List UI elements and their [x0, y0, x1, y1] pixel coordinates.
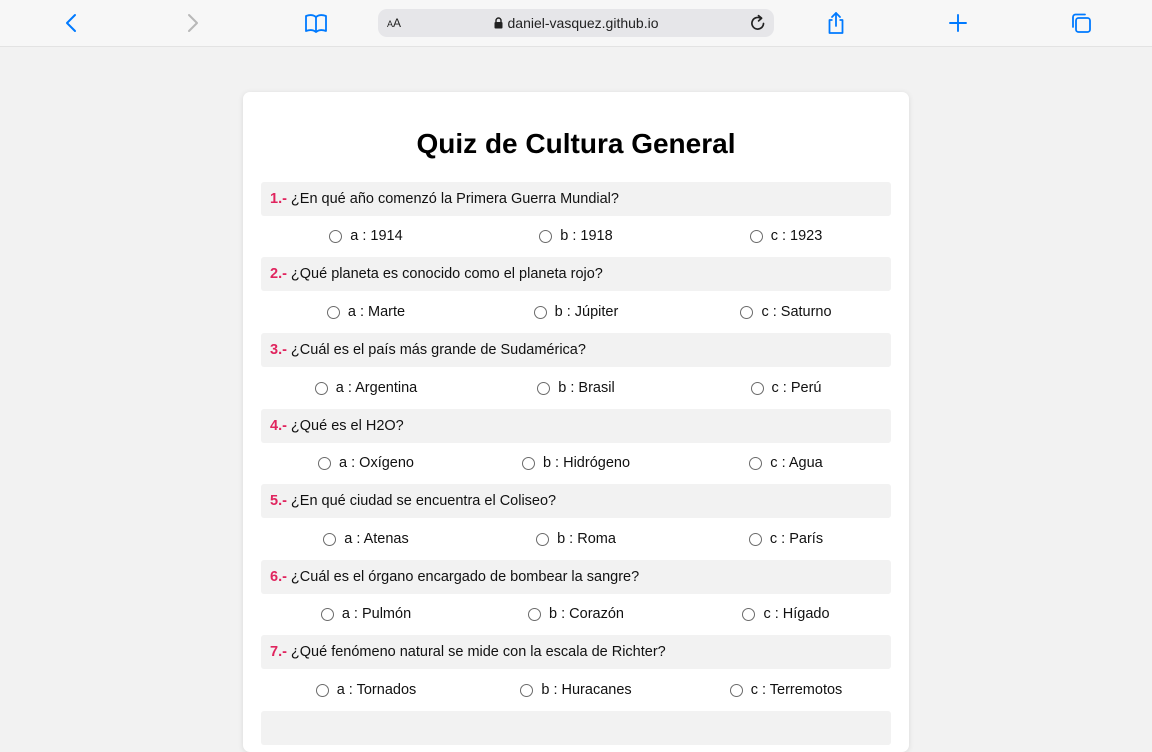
- question-1: 1.- ¿En qué año comenzó la Primera Guerra…: [261, 182, 891, 216]
- chevron-right-icon: [188, 14, 198, 32]
- url-text: daniel-vasquez.github.io: [507, 15, 659, 31]
- radio-button[interactable]: [750, 381, 764, 395]
- question-7: 7.- ¿Qué fenómeno natural se mide con la …: [261, 635, 891, 669]
- options-2: a : Marte b : Júpiter c : Saturno: [261, 304, 891, 328]
- book-icon: [305, 14, 327, 33]
- radio-button[interactable]: [536, 532, 550, 546]
- options-6: a : Pulmón b : Corazón c : Hígado: [261, 606, 891, 630]
- tabs-icon: [1072, 13, 1091, 33]
- question-text: ¿Cuál es el órgano encargado de bombear …: [290, 569, 640, 585]
- question-number: 6.-: [270, 569, 287, 585]
- option-b[interactable]: b : Hidrógeno: [471, 455, 681, 471]
- option-c[interactable]: c : Saturno: [681, 304, 891, 320]
- options-3: a : Argentina b : Brasil c : Perú: [261, 380, 891, 404]
- radio-button[interactable]: [314, 381, 328, 395]
- option-b[interactable]: b : Roma: [471, 531, 681, 547]
- option-a[interactable]: a : Marte: [261, 304, 471, 320]
- option-c[interactable]: c : Hígado: [681, 606, 891, 622]
- options-4: a : Oxígeno b : Hidrógeno c : Agua: [261, 455, 891, 479]
- bookmarks-button[interactable]: [302, 9, 330, 37]
- question-8-partial: [261, 711, 891, 745]
- radio-button[interactable]: [521, 456, 535, 470]
- question-text: ¿Qué planeta es conocido como el planeta…: [290, 266, 603, 282]
- options-1: a : 1914 b : 1918 c : 1923: [261, 228, 891, 252]
- option-c[interactable]: c : Agua: [681, 455, 891, 471]
- radio-button[interactable]: [533, 305, 547, 319]
- radio-button[interactable]: [318, 456, 332, 470]
- address-bar[interactable]: AA daniel-vasquez.github.io: [378, 9, 774, 37]
- option-a[interactable]: a : Pulmón: [261, 606, 471, 622]
- tabs-button[interactable]: [1067, 9, 1095, 37]
- radio-button[interactable]: [520, 683, 534, 697]
- option-c[interactable]: c : París: [681, 531, 891, 547]
- option-c[interactable]: c : Terremotos: [681, 682, 891, 698]
- radio-button[interactable]: [539, 229, 553, 243]
- lock-icon: [494, 17, 502, 29]
- quiz-card: Quiz de Cultura General 1.- ¿En qué año c…: [243, 92, 909, 752]
- question-number: 4.-: [270, 418, 287, 434]
- radio-button[interactable]: [729, 683, 743, 697]
- radio-button[interactable]: [740, 305, 754, 319]
- page-title: Quiz de Cultura General: [416, 128, 736, 159]
- share-icon: [828, 12, 844, 34]
- question-6: 6.- ¿Cuál es el órgano encargado de bombe…: [261, 560, 891, 594]
- options-7: a : Tornados b : Huracanes c : Terremoto…: [261, 682, 891, 706]
- forward-button[interactable]: [179, 9, 207, 37]
- option-b[interactable]: b : Huracanes: [471, 682, 681, 698]
- question-text: ¿Qué es el H2O?: [290, 418, 404, 434]
- radio-button[interactable]: [528, 607, 542, 621]
- new-tab-button[interactable]: [944, 9, 972, 37]
- option-c[interactable]: c : 1923: [681, 228, 891, 244]
- option-b[interactable]: b : Corazón: [471, 606, 681, 622]
- question-4: 4.- ¿Qué es el H2O?: [261, 409, 891, 443]
- radio-button[interactable]: [742, 607, 756, 621]
- question-3: 3.- ¿Cuál es el país más grande de Sudamé…: [261, 333, 891, 367]
- radio-button[interactable]: [320, 607, 334, 621]
- question-number: 5.-: [270, 493, 287, 509]
- question-text: ¿En qué año comenzó la Primera Guerra Mu…: [290, 191, 619, 207]
- option-b[interactable]: b : Júpiter: [471, 304, 681, 320]
- question-2: 2.- ¿Qué planeta es conocido como el plan…: [261, 257, 891, 291]
- option-a[interactable]: a : Oxígeno: [261, 455, 471, 471]
- question-number: 3.-: [270, 342, 287, 358]
- radio-button[interactable]: [326, 305, 340, 319]
- option-b[interactable]: b : 1918: [471, 228, 681, 244]
- radio-button[interactable]: [748, 532, 762, 546]
- chevron-left-icon: [66, 14, 76, 32]
- option-a[interactable]: a : Atenas: [261, 531, 471, 547]
- options-5: a : Atenas b : Roma c : París: [261, 531, 891, 555]
- radio-button[interactable]: [537, 381, 551, 395]
- radio-button[interactable]: [749, 229, 763, 243]
- radio-button[interactable]: [323, 532, 337, 546]
- plus-icon: [949, 14, 967, 32]
- back-button[interactable]: [57, 9, 85, 37]
- question-number: 1.-: [270, 191, 287, 207]
- reload-icon[interactable]: [748, 13, 768, 33]
- question-number: 7.-: [270, 644, 287, 660]
- radio-button[interactable]: [315, 683, 329, 697]
- question-number: 2.-: [270, 266, 287, 282]
- question-5: 5.- ¿En qué ciudad se encuentra el Colise…: [261, 484, 891, 518]
- option-a[interactable]: a : 1914: [261, 228, 471, 244]
- option-a[interactable]: a : Tornados: [261, 682, 471, 698]
- option-a[interactable]: a : Argentina: [261, 380, 471, 396]
- radio-button[interactable]: [329, 229, 343, 243]
- browser-toolbar: AA daniel-vasquez.github.io: [0, 0, 1152, 47]
- question-text: ¿En qué ciudad se encuentra el Coliseo?: [290, 493, 557, 509]
- option-c[interactable]: c : Perú: [681, 380, 891, 396]
- option-b[interactable]: b : Brasil: [471, 380, 681, 396]
- question-text: ¿Cuál es el país más grande de Sudaméric…: [290, 342, 586, 358]
- share-button[interactable]: [822, 9, 850, 37]
- radio-button[interactable]: [749, 456, 763, 470]
- question-text: ¿Qué fenómeno natural se mide con la esc…: [290, 644, 666, 660]
